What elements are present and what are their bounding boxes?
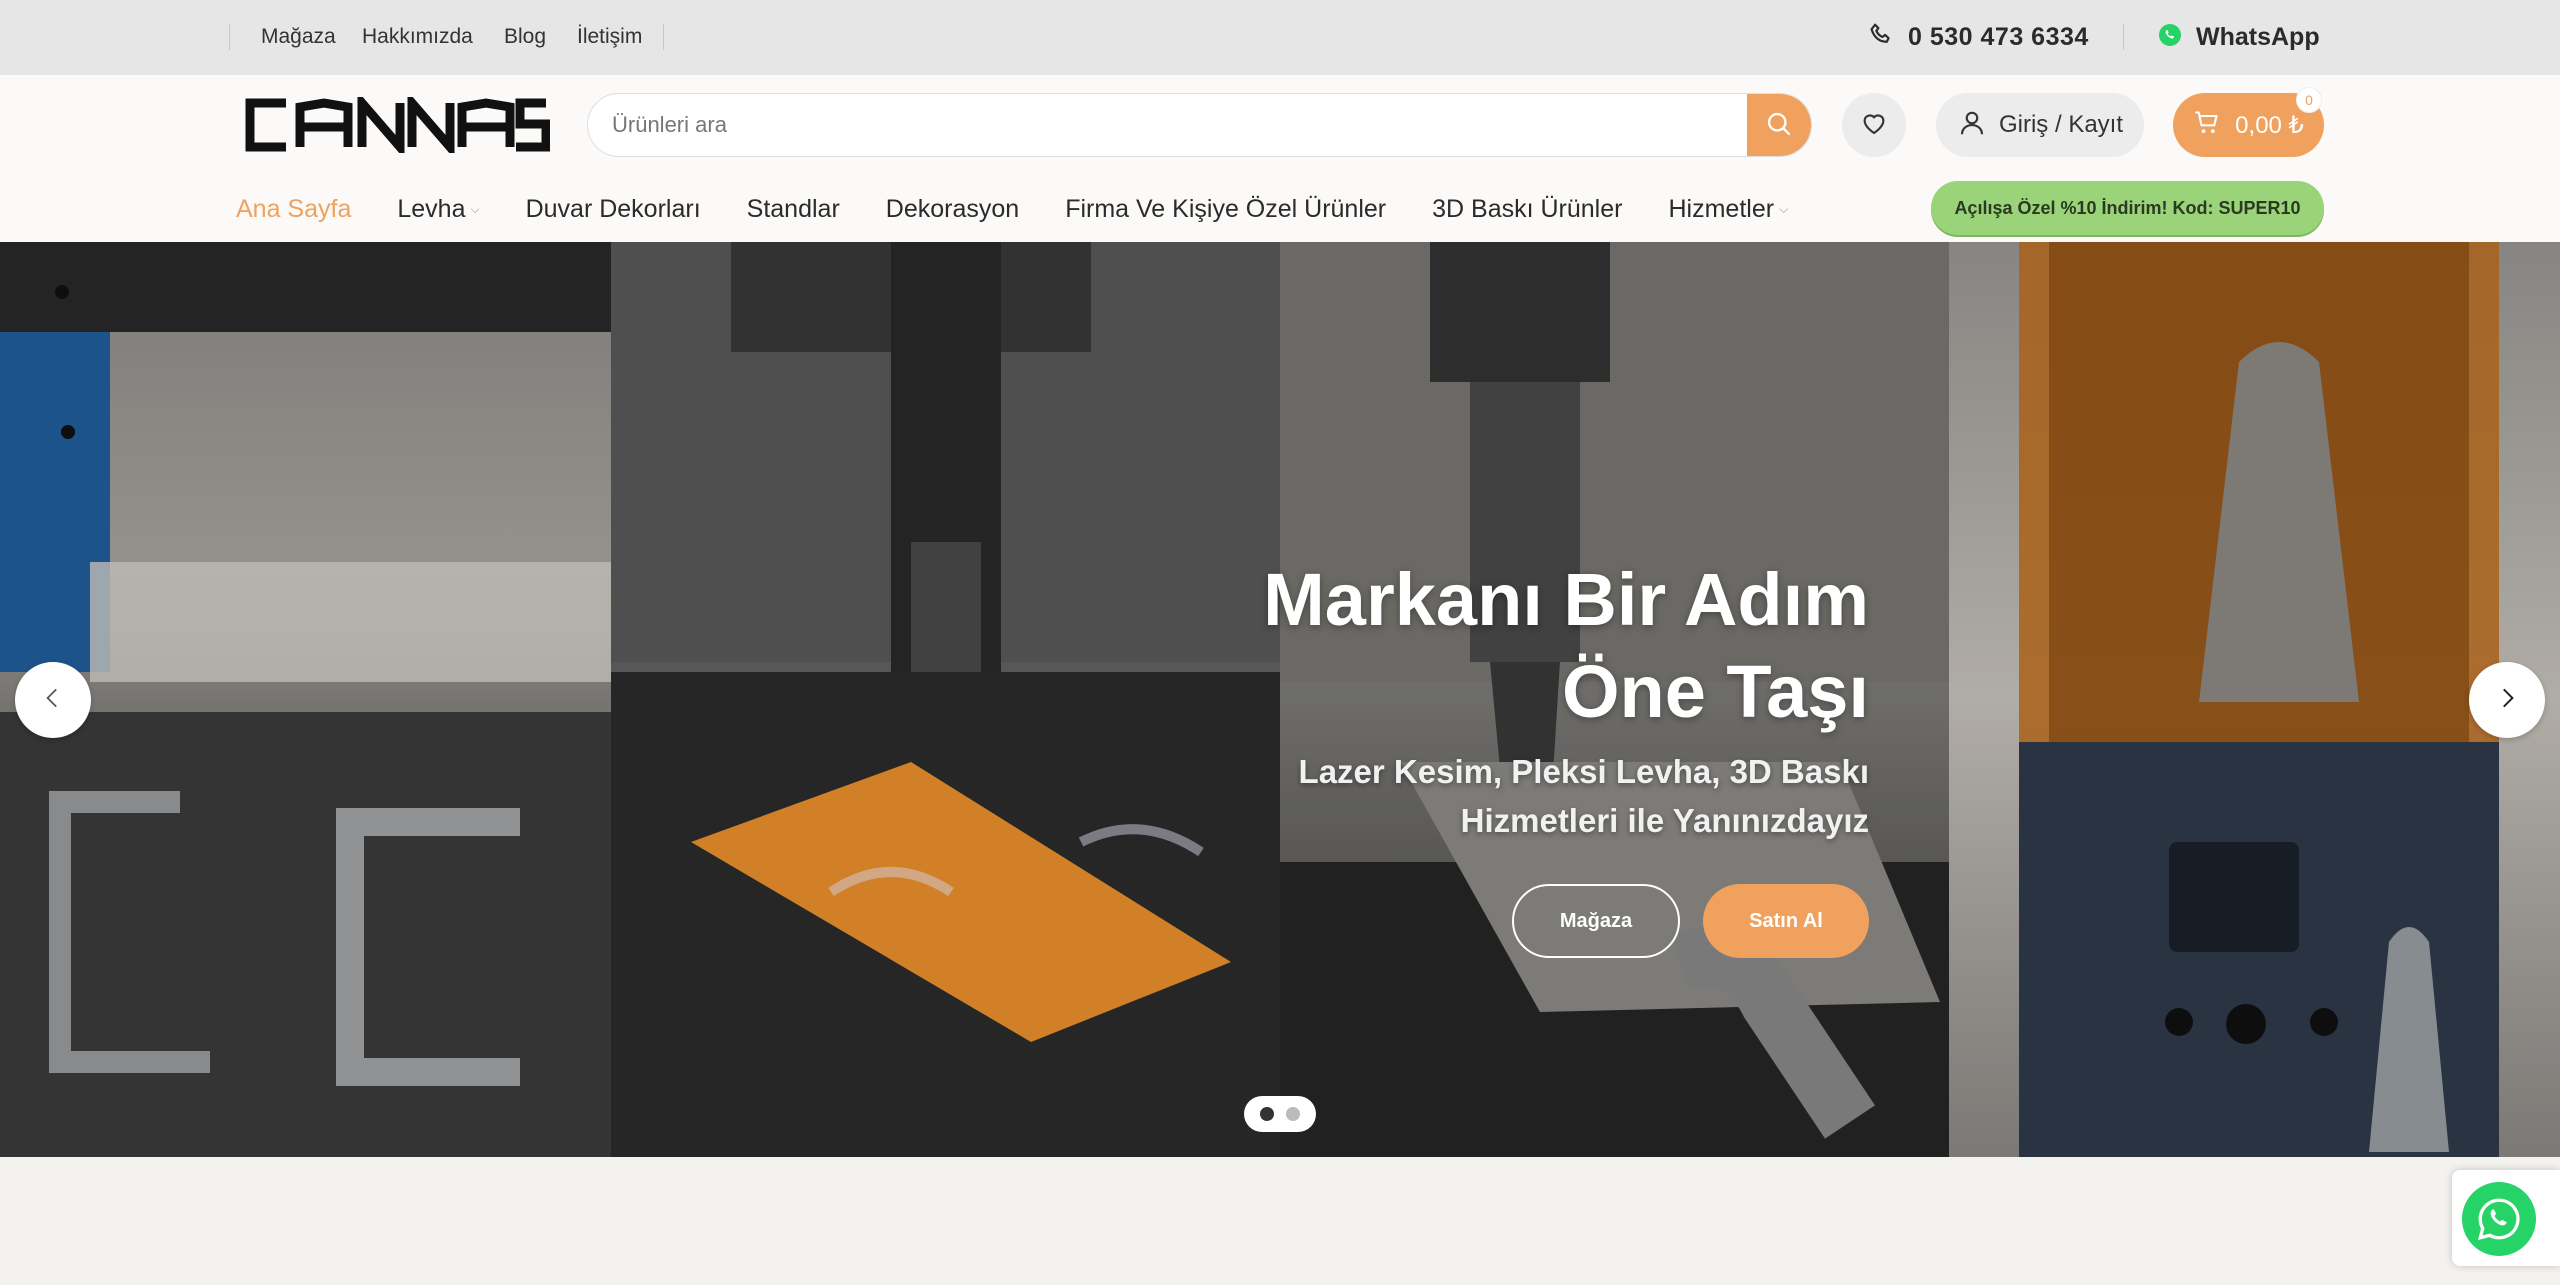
- main-nav: Ana Sayfa Levha ⌵ Duvar Dekorları Standla…: [236, 191, 1788, 227]
- slider-prev-button[interactable]: [15, 662, 91, 738]
- whatsapp-float-icon: [2462, 1182, 2536, 1256]
- chevron-right-icon: [2494, 685, 2520, 716]
- nav-label: Duvar Dekorları: [525, 195, 701, 223]
- cannas-logo[interactable]: [240, 90, 551, 160]
- divider: [663, 24, 664, 50]
- nav-label: 3D Baskı Ürünler: [1432, 195, 1623, 223]
- nav-item-standlar[interactable]: Standlar: [747, 191, 840, 227]
- wishlist-button[interactable]: [1842, 93, 1906, 157]
- hero-title: Markanı Bir Adım Öne Taşı: [1109, 554, 1869, 738]
- shop-button[interactable]: Mağaza: [1512, 884, 1680, 958]
- user-icon: [1957, 108, 1987, 143]
- divider: [229, 24, 230, 50]
- nav-item-dekorasyon[interactable]: Dekorasyon: [886, 191, 1019, 227]
- nav-item-firma-ozel[interactable]: Firma Ve Kişiye Özel Ürünler: [1065, 191, 1386, 227]
- top-link-hakkimizda[interactable]: Hakkımızda: [362, 24, 473, 50]
- top-link-iletisim[interactable]: İletişim: [577, 24, 642, 50]
- search-button[interactable]: [1747, 94, 1811, 156]
- chevron-down-icon: ⌵: [1779, 202, 1789, 216]
- nav-label: Levha: [397, 195, 466, 223]
- buy-button[interactable]: Satın Al: [1703, 884, 1869, 958]
- whatsapp-float-widget[interactable]: [2452, 1170, 2560, 1266]
- cart-icon: [2193, 109, 2221, 142]
- login-button[interactable]: Giriş / Kayıt: [1936, 93, 2144, 157]
- hero-subtitle-line: Lazer Kesim, Pleksi Levha, 3D Baskı: [1298, 753, 1869, 790]
- top-link-blog[interactable]: Blog: [504, 24, 546, 50]
- nav-item-ana-sayfa[interactable]: Ana Sayfa: [236, 191, 351, 227]
- whatsapp-link[interactable]: WhatsApp: [2158, 22, 2320, 52]
- nav-item-duvar-dekorlari[interactable]: Duvar Dekorları: [526, 191, 701, 227]
- top-link-magaza[interactable]: Mağaza: [261, 24, 336, 50]
- site-header: Giriş / Kayıt 0,00 ₺ 0 Ana Sayfa Levha ⌵ …: [0, 75, 2560, 242]
- hero-subtitle-line: Hizmetleri ile Yanınızdayız: [1460, 802, 1869, 839]
- phone-icon: [1868, 22, 1894, 53]
- nav-label: Standlar: [746, 195, 840, 223]
- chevron-down-icon: ⌵: [470, 202, 480, 216]
- slider-pagination: [1244, 1096, 1316, 1132]
- nav-item-levha[interactable]: Levha ⌵: [397, 191, 479, 227]
- search-input[interactable]: [588, 94, 1748, 156]
- nav-label: Ana Sayfa: [236, 195, 352, 223]
- slider-dot-1[interactable]: [1260, 1107, 1274, 1121]
- top-bar: Mağaza Hakkımızda Blog İletişim 0 530 47…: [0, 0, 2560, 75]
- hero-title-line: Markanı Bir Adım: [1263, 558, 1869, 641]
- nav-item-hizmetler[interactable]: Hizmetler ⌵: [1668, 191, 1788, 227]
- slider-dot-2[interactable]: [1286, 1107, 1300, 1121]
- nav-label: Firma Ve Kişiye Özel Ürünler: [1065, 195, 1387, 223]
- phone-link[interactable]: 0 530 473 6334: [1868, 22, 2089, 52]
- search-box: [587, 93, 1812, 157]
- search-icon: [1765, 110, 1793, 143]
- divider: [2123, 24, 2124, 50]
- cart-total: 0,00 ₺: [2235, 111, 2304, 139]
- whatsapp-icon: [2158, 23, 2182, 52]
- cart-count-badge: 0: [2296, 87, 2322, 113]
- nav-label: Hizmetler: [1668, 195, 1775, 223]
- promo-badge[interactable]: Açılışa Özel %10 İndirim! Kod: SUPER10: [1931, 181, 2324, 235]
- nav-item-3d-baski[interactable]: 3D Baskı Ürünler: [1432, 191, 1622, 227]
- hero-slider: Markanı Bir Adım Öne Taşı Lazer Kesim, P…: [0, 242, 2560, 1157]
- whatsapp-label: WhatsApp: [2196, 22, 2320, 51]
- cart-button[interactable]: 0,00 ₺ 0: [2173, 87, 2324, 157]
- chevron-left-icon: [40, 685, 66, 716]
- login-label: Giriş / Kayıt: [1998, 111, 2124, 138]
- promo-text: Açılışa Özel %10 İndirim! Kod: SUPER10: [1954, 197, 2301, 218]
- nav-label: Dekorasyon: [885, 195, 1020, 223]
- heart-icon: [1859, 108, 1889, 143]
- slider-next-button[interactable]: [2469, 662, 2545, 738]
- hero-title-line: Öne Taşı: [1561, 650, 1869, 733]
- phone-number: 0 530 473 6334: [1908, 22, 2089, 51]
- hero-subtitle: Lazer Kesim, Pleksi Levha, 3D Baskı Hizm…: [1169, 747, 1869, 845]
